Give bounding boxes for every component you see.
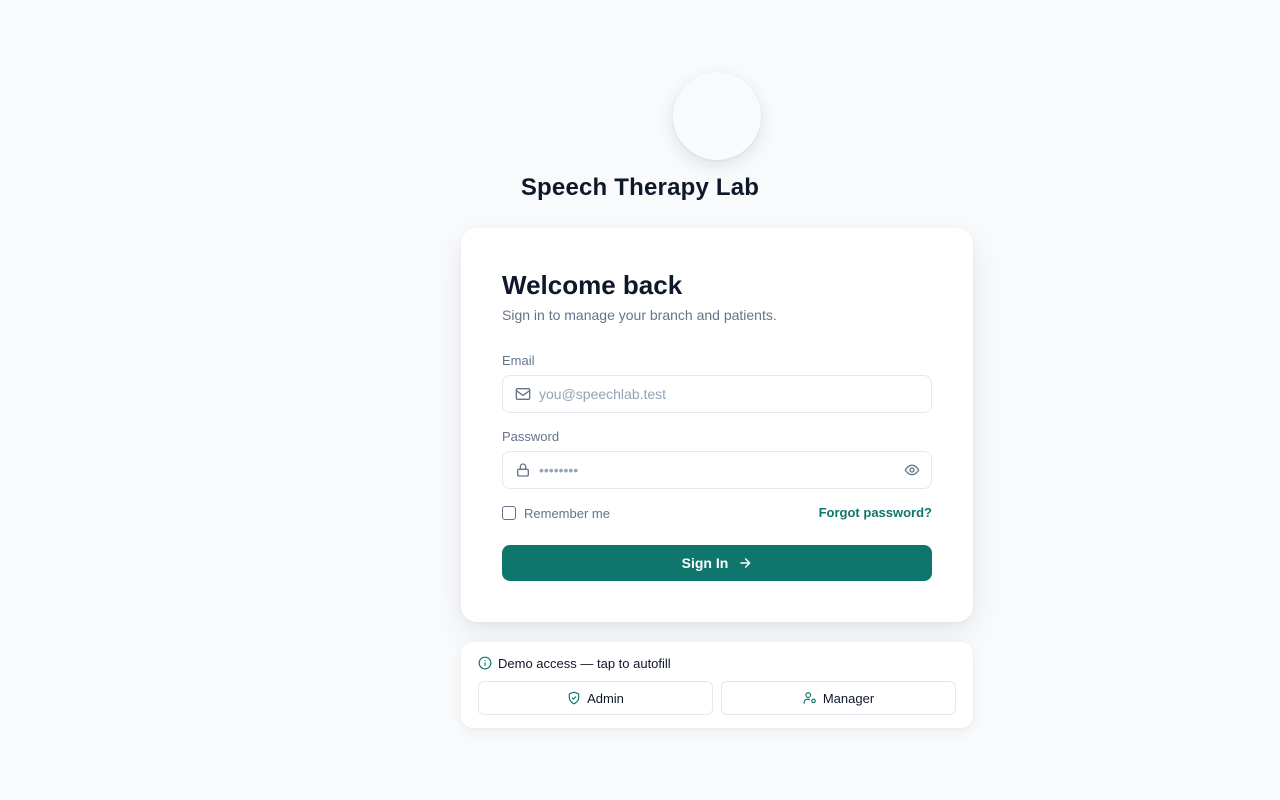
user-cog-icon xyxy=(803,692,816,704)
mail-icon xyxy=(515,388,531,400)
email-input[interactable] xyxy=(539,376,899,412)
shield-check-icon xyxy=(568,691,580,705)
info-icon xyxy=(478,656,492,670)
demo-manager-label: Manager xyxy=(822,690,875,706)
login-heading: Welcome back xyxy=(502,270,683,300)
app-title-text: Speech Therapy Lab xyxy=(520,174,760,201)
sign-in-button[interactable]: Sign In xyxy=(502,545,932,581)
demo-access-title: Demo access — tap to autofill xyxy=(498,655,671,671)
demo-access-panel: Demo access — tap to autofill Admin Mana… xyxy=(461,642,973,728)
remember-checkbox[interactable] xyxy=(502,506,516,520)
sign-in-label: Sign In xyxy=(681,555,729,571)
remember-label: Remember me xyxy=(524,505,610,521)
demo-admin-button[interactable]: Admin xyxy=(478,681,713,715)
eye-icon[interactable] xyxy=(903,462,921,478)
app-title: Speech Therapy Lab xyxy=(0,172,1280,204)
lock-icon xyxy=(517,463,529,477)
remember-me[interactable]: Remember me xyxy=(502,505,610,521)
login-subheading: Sign in to manage your branch and patien… xyxy=(502,307,777,323)
email-label: Email xyxy=(502,353,535,368)
arrow-right-icon xyxy=(740,558,751,568)
password-field[interactable] xyxy=(502,451,932,489)
demo-access-header: Demo access — tap to autofill xyxy=(478,655,671,671)
app-logo xyxy=(673,72,761,160)
password-label: Password xyxy=(502,429,560,444)
demo-manager-button[interactable]: Manager xyxy=(721,681,956,715)
demo-admin-label: Admin xyxy=(587,690,624,706)
email-field[interactable] xyxy=(502,375,932,413)
login-card: Welcome back Sign in to manage your bran… xyxy=(461,228,973,622)
password-input[interactable] xyxy=(539,452,899,488)
forgot-password-link[interactable]: Forgot password? xyxy=(819,505,932,521)
